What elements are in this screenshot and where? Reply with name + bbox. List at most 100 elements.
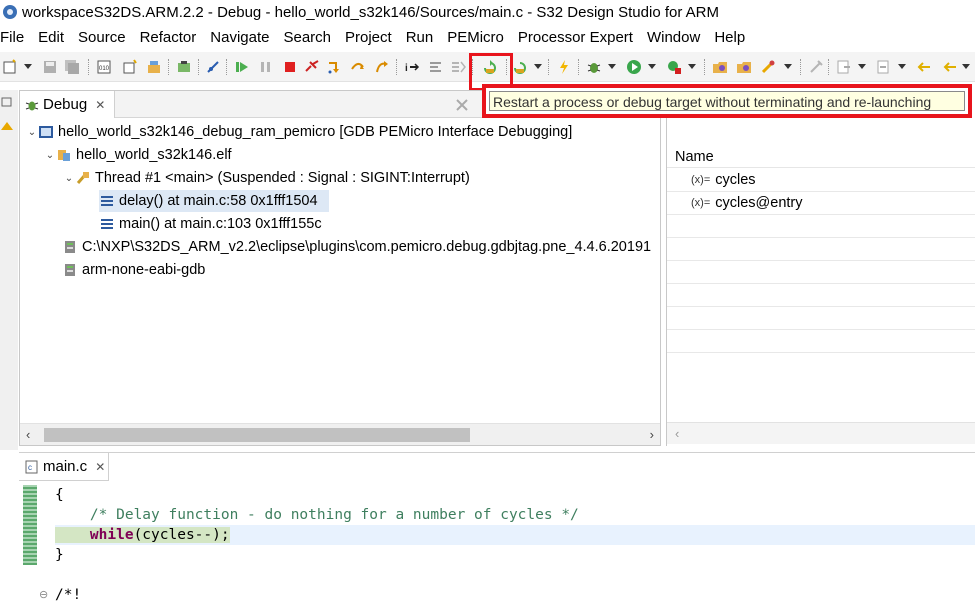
name-column-header[interactable]: Name [667,146,975,168]
toolbar-separator [198,59,199,75]
tab-debug[interactable]: Debug ✕ [20,91,115,118]
collapse-icon[interactable]: ⌄ [44,150,56,161]
launch-wizard-icon[interactable] [760,59,776,75]
run-icon[interactable] [626,59,642,75]
fold-icon[interactable]: ⊖ [39,588,48,601]
thread-icon [76,172,89,184]
external-tools-icon[interactable] [666,59,682,75]
stack-frame-icon [101,219,113,229]
run-dropdown-icon[interactable] [648,64,656,69]
menu-project[interactable]: Project [345,29,392,46]
tree-row-frame-delay[interactable]: delay() at main.c:58 0x1fff1504 [99,190,329,212]
new-dropdown-icon[interactable] [24,64,32,69]
next-annotation-dropdown-icon[interactable] [858,64,866,69]
process-icon [58,150,70,161]
suspend-icon[interactable] [258,59,274,75]
svg-text:i: i [405,63,408,74]
variables-horizontal-scrollbar[interactable]: ‹ [667,422,975,444]
variable-row[interactable]: (x)= cycles [667,169,975,192]
tree-row-process[interactable]: ⌄ hello_world_s32k146.elf [44,144,232,166]
toolbar-separator [396,59,397,75]
menu-help[interactable]: Help [714,29,745,46]
outline-icon[interactable] [0,120,14,132]
debug-launch-icon[interactable] [512,59,528,75]
menu-source[interactable]: Source [78,29,126,46]
tree-row-label: main() at main.c:103 0x1fff155c [119,216,322,232]
binary-icon[interactable]: 010 [96,59,112,75]
debug-horizontal-scrollbar[interactable]: ‹ › [20,423,660,445]
instruction-stepping-icon[interactable]: i [404,59,420,75]
scroll-right-icon[interactable]: › [650,427,654,442]
back-dropdown-icon[interactable] [962,64,970,69]
menu-refactor[interactable]: Refactor [140,29,197,46]
save-icon[interactable] [42,59,58,75]
save-all-icon[interactable] [64,59,80,75]
target-icon[interactable] [176,59,192,75]
debug-dropdown-icon[interactable] [608,64,616,69]
menu-run[interactable]: Run [406,29,434,46]
menu-edit[interactable]: Edit [38,29,64,46]
launch-config-icon [39,126,53,138]
current-code-line: while(cycles--); [55,525,975,545]
close-icon[interactable]: ✕ [95,460,105,474]
skip-breakpoints-icon[interactable] [205,59,221,75]
toggle-mark-icon[interactable] [808,59,824,75]
remove-terminated-icon[interactable] [454,97,470,113]
drop-to-frame-icon[interactable] [450,59,466,75]
variable-row[interactable]: (x)= cycles@entry [667,192,975,215]
tree-row-frame-main[interactable]: main() at main.c:103 0x1fff155c [99,213,322,235]
tree-row-label: delay() at main.c:58 0x1fff1504 [119,193,318,209]
scroll-left-icon[interactable]: ‹ [675,426,679,441]
restart-tooltip: Restart a process or debug target withou… [489,91,965,111]
menu-processor-expert[interactable]: Processor Expert [518,29,633,46]
tree-row-label: hello_world_s32k146_debug_ram_pemicro [G… [58,124,573,140]
variable-icon: (x)= [691,197,711,209]
scrollbar-thumb[interactable] [44,428,470,442]
toolbar-separator [800,59,801,75]
debug-icon[interactable] [586,59,602,75]
toolbar-separator [548,59,549,75]
external-tools-dropdown-icon[interactable] [688,64,696,69]
next-annotation-icon[interactable] [836,59,852,75]
last-edit-location-icon[interactable] [916,59,932,75]
close-icon[interactable]: ✕ [95,98,105,112]
debug-launch-dropdown-icon[interactable] [534,64,542,69]
tab-main-c[interactable]: c main.c ✕ [19,453,109,481]
tree-row-gdb[interactable]: arm-none-eabi-gdb [62,259,205,281]
toolbar-separator [704,59,705,75]
open-type-icon[interactable] [712,59,728,75]
step-into-icon[interactable] [326,59,342,75]
scroll-left-icon[interactable]: ‹ [26,427,30,442]
step-return-icon[interactable] [374,59,390,75]
open-element-icon[interactable] [736,59,752,75]
menu-pemicro[interactable]: PEMicro [447,29,504,46]
menu-navigate[interactable]: Navigate [210,29,269,46]
previous-annotation-icon[interactable] [876,59,892,75]
new-icon[interactable] [2,59,18,75]
build-icon[interactable] [146,59,162,75]
tree-row-label: Thread #1 <main> (Suspended : Signal : S… [95,170,470,186]
back-icon[interactable] [942,59,958,75]
disconnect-icon[interactable] [304,59,320,75]
new-class-icon[interactable] [122,59,138,75]
menu-search[interactable]: Search [283,29,331,46]
menu-window[interactable]: Window [647,29,700,46]
resume-icon[interactable] [234,59,250,75]
collapse-icon[interactable]: ⌄ [63,173,75,184]
terminate-icon[interactable] [282,59,298,75]
tree-row-launch[interactable]: ⌄ hello_world_s32k146_debug_ram_pemicro … [26,121,572,143]
restore-icon[interactable] [1,96,13,108]
tab-debug-label: Debug [43,96,88,113]
flash-icon[interactable] [556,59,572,75]
tree-row-label: hello_world_s32k146.elf [76,147,232,163]
code-text: } [55,547,64,563]
previous-annotation-dropdown-icon[interactable] [898,64,906,69]
toolbar-separator [88,59,89,75]
menu-file[interactable]: File [0,29,24,46]
launch-wizard-dropdown-icon[interactable] [784,64,792,69]
use-step-filters-icon[interactable] [428,59,444,75]
step-over-icon[interactable] [350,59,366,75]
collapse-icon[interactable]: ⌄ [26,127,38,138]
tree-row-gdb-server[interactable]: C:\NXP\S32DS_ARM_v2.2\eclipse\plugins\co… [62,236,651,258]
tree-row-thread[interactable]: ⌄ Thread #1 <main> (Suspended : Signal :… [63,167,470,189]
